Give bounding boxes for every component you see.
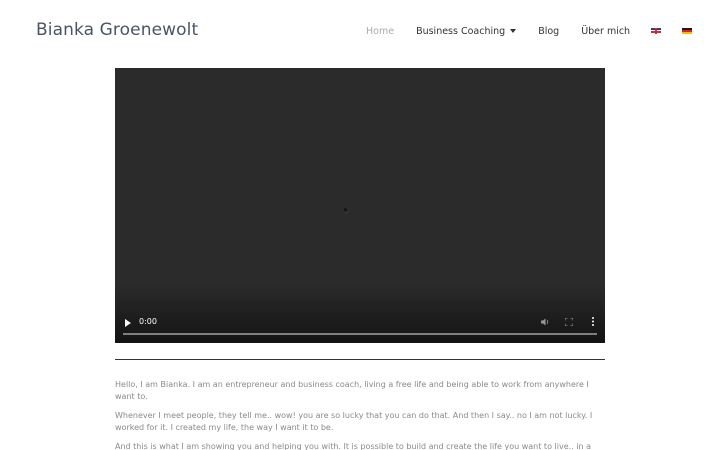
video-player[interactable]: 0:00 <box>115 68 605 343</box>
mute-icon[interactable] <box>541 318 550 326</box>
nav-item-business-coaching-label: Business Coaching <box>416 25 506 37</box>
intro-paragraph: Whenever I meet people, they tell me.. w… <box>115 411 593 432</box>
more-options-icon[interactable] <box>592 317 594 326</box>
site-header: Bianka Groenewolt Home Business Coaching… <box>0 0 720 62</box>
chevron-down-icon <box>510 29 517 33</box>
nav-item-about[interactable]: Über mich <box>581 26 630 37</box>
english-flag-icon[interactable] <box>651 28 662 34</box>
nav-item-home[interactable]: Home <box>366 26 394 37</box>
intro-paragraph: Hello, I am Bianka. I am an entrepreneur… <box>115 380 589 401</box>
intro-content: Hello, I am Bianka. I am an entrepreneur… <box>115 379 605 450</box>
german-flag-icon[interactable] <box>682 28 693 34</box>
mouse-cursor-icon <box>344 206 350 214</box>
main-navigation: Home Business Coaching Blog Über mich <box>366 24 693 38</box>
play-icon[interactable] <box>125 319 131 327</box>
divider <box>115 359 605 360</box>
video-time: 0:00 <box>139 317 157 326</box>
video-progress-bar[interactable] <box>123 333 597 335</box>
nav-item-business-coaching[interactable]: Business Coaching <box>416 25 517 37</box>
fullscreen-icon[interactable] <box>565 318 573 326</box>
video-controls: 0:00 <box>115 307 605 343</box>
intro-paragraph: And this is what I am showing you and he… <box>115 442 591 450</box>
site-title[interactable]: Bianka Groenewolt <box>36 20 198 40</box>
nav-item-blog[interactable]: Blog <box>538 26 559 37</box>
